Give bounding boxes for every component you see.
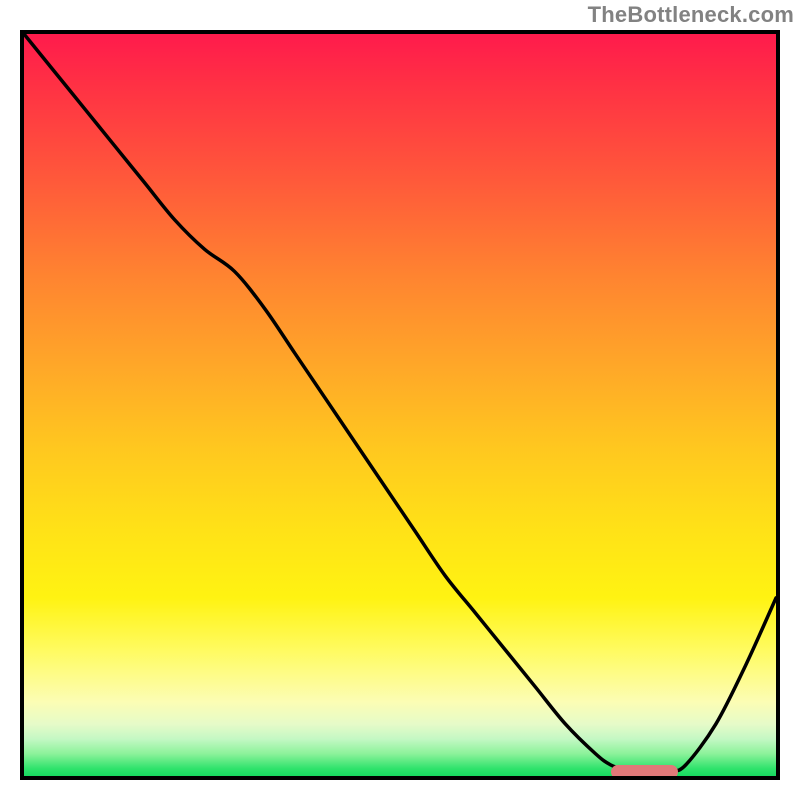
bottleneck-curve [24,34,776,776]
sweet-spot-marker [611,765,679,779]
plot-area [20,30,780,780]
attribution-label: TheBottleneck.com [588,2,794,28]
chart-container: TheBottleneck.com [0,0,800,800]
